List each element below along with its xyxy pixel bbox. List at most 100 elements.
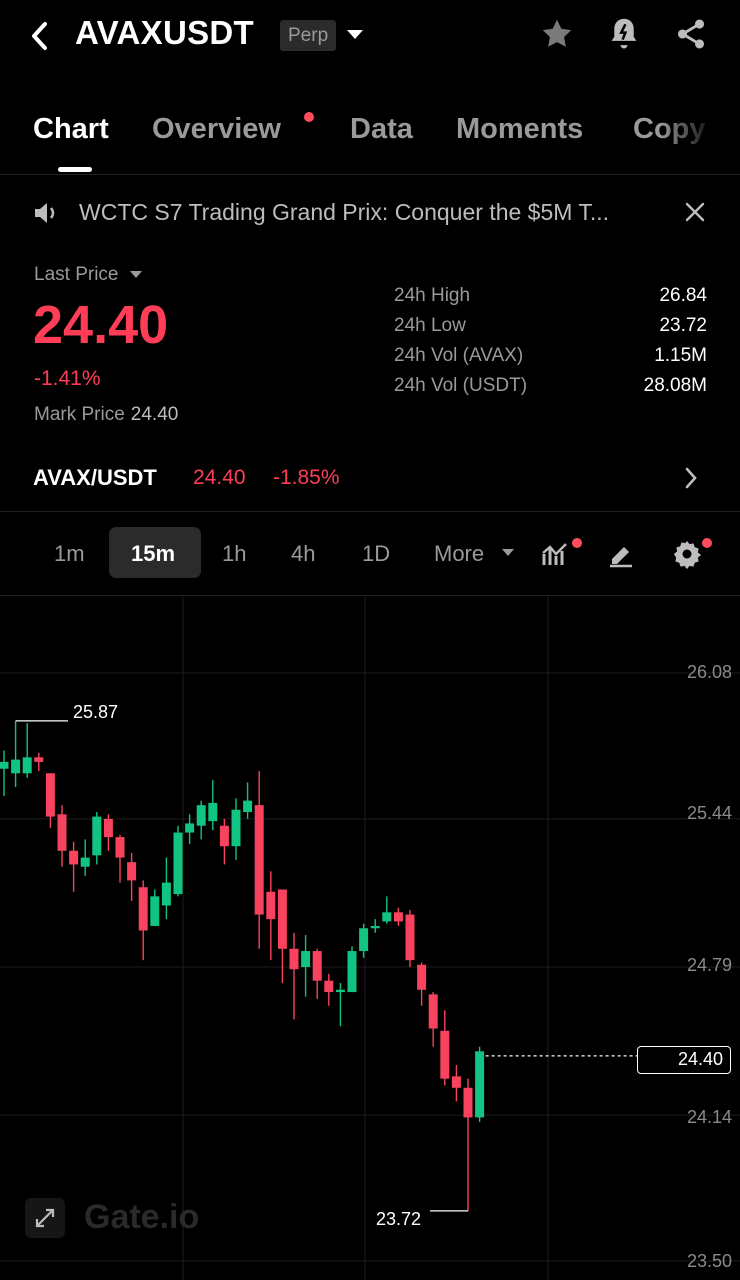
spot-pair-change: -1.85% [273,466,340,489]
stat-value-high: 26.84 [659,285,707,306]
interval-4h[interactable]: 4h [291,541,315,567]
interval-1h[interactable]: 1h [222,541,246,567]
high-price-label: 25.87 [73,702,119,722]
stat-value-vol-avax: 1.15M [654,345,707,366]
candle-bearish [34,757,44,762]
announcement-text[interactable]: WCTC S7 Trading Grand Prix: Conquer the … [79,199,609,226]
tab-data[interactable]: Data [350,113,413,146]
candle-bearish [254,805,264,915]
divider [0,174,740,175]
candle-bearish [324,980,334,993]
current-price-tag: 24.40 [637,1046,731,1074]
candle-bearish [219,825,229,847]
candle-bearish [277,889,287,949]
candle-bearish [451,1076,461,1088]
candle-bearish [312,951,322,981]
candle-bearish [115,837,125,858]
interval-more[interactable]: More [434,541,484,567]
share-icon[interactable] [671,14,711,54]
drawing-tool-icon[interactable] [606,540,636,573]
mark-price-value: 24.40 [130,404,179,425]
tabs-fade [660,100,740,160]
candle-bearish [69,850,79,865]
candle-bearish [463,1087,473,1118]
symbol-dropdown-icon[interactable] [347,30,363,39]
active-tab-indicator [58,167,92,172]
indicators-icon[interactable] [541,540,571,573]
candle-bearish [440,1030,450,1079]
low-price-label: 23.72 [376,1209,422,1229]
last-price-label[interactable]: Last Price [34,264,118,286]
spot-pair-name: AVAX/USDT [33,465,157,490]
interval-1m[interactable]: 1m [54,541,85,567]
candle-bearish [417,964,427,990]
stat-value-low: 23.72 [659,315,707,336]
back-arrow-icon[interactable] [30,16,60,56]
chevron-right-icon[interactable] [683,466,703,490]
candle-bullish [161,882,171,906]
candle-bullish [359,928,369,952]
candle-bullish [301,951,311,967]
close-banner-icon[interactable] [684,201,706,228]
candle-bearish [57,814,67,851]
settings-notification-dot [702,538,712,548]
tab-moments[interactable]: Moments [456,113,583,146]
stat-label-vol-usdt: 24h Vol (USDT) [394,375,528,396]
favorite-star-icon[interactable] [537,14,577,54]
price-alert-bell-icon[interactable] [604,14,644,54]
tab-overview-notification-dot [304,112,314,122]
candle-bearish [138,887,148,931]
y-axis-tick: 26.08 [686,662,732,682]
candle-bullish [347,951,357,993]
candle-bearish [45,773,55,817]
stat-value-vol-usdt: 28.08M [643,375,707,396]
candle-bullish [22,757,32,774]
last-price-value: 24.40 [33,295,169,355]
price-change-percent: -1.41% [34,367,101,390]
interval-1d[interactable]: 1D [362,541,390,567]
candle-bullish [208,802,218,822]
indicators-notification-dot [572,538,582,548]
candle-bullish [173,832,183,895]
candle-bearish [289,948,299,970]
gate-io-watermark: Gate.io [84,1198,200,1236]
candle-bearish [103,818,113,838]
stat-label-high: 24h High [394,285,471,306]
candle-bullish [243,800,253,813]
candle-bullish [335,989,345,993]
tab-chart[interactable]: Chart [33,113,109,146]
y-axis-tick: 24.14 [686,1107,732,1127]
spot-pair-price: 24.40 [193,466,246,489]
candle-bullish [370,925,380,929]
interval-15m[interactable]: 15m [131,541,175,567]
candlestick-chart[interactable] [0,596,740,1280]
divider [0,511,740,512]
mark-price-label: Mark Price [34,404,125,425]
chart-settings-gear-icon[interactable] [672,539,702,574]
candle-bullish [185,823,195,833]
fullscreen-expand-icon[interactable] [25,1198,65,1238]
candle-bullish [11,759,21,774]
candle-bearish [266,891,276,920]
candle-bullish [0,761,9,769]
candle-bearish [405,914,415,961]
y-axis-tick: 23.50 [686,1251,732,1271]
candle-bullish [475,1051,485,1118]
candle-bullish [150,896,160,926]
y-axis-tick: 24.79 [686,955,732,975]
stat-label-vol-avax: 24h Vol (AVAX) [394,345,524,366]
stat-label-low: 24h Low [394,315,466,336]
candle-bearish [393,912,403,922]
symbol-title[interactable]: AVAXUSDT [75,14,254,52]
tab-overview[interactable]: Overview [152,113,281,146]
y-axis-tick: 25.44 [686,803,732,823]
candle-bearish [428,994,438,1029]
header: AVAXUSDT Perp [0,0,740,72]
candle-bullish [231,809,241,847]
candle-bullish [382,912,392,922]
candle-bullish [196,805,206,826]
contract-type-badge: Perp [280,20,337,51]
last-price-dropdown-icon[interactable] [130,271,142,278]
mark-price: Mark Price 24.40 [34,404,178,426]
more-dropdown-icon[interactable] [502,549,514,556]
